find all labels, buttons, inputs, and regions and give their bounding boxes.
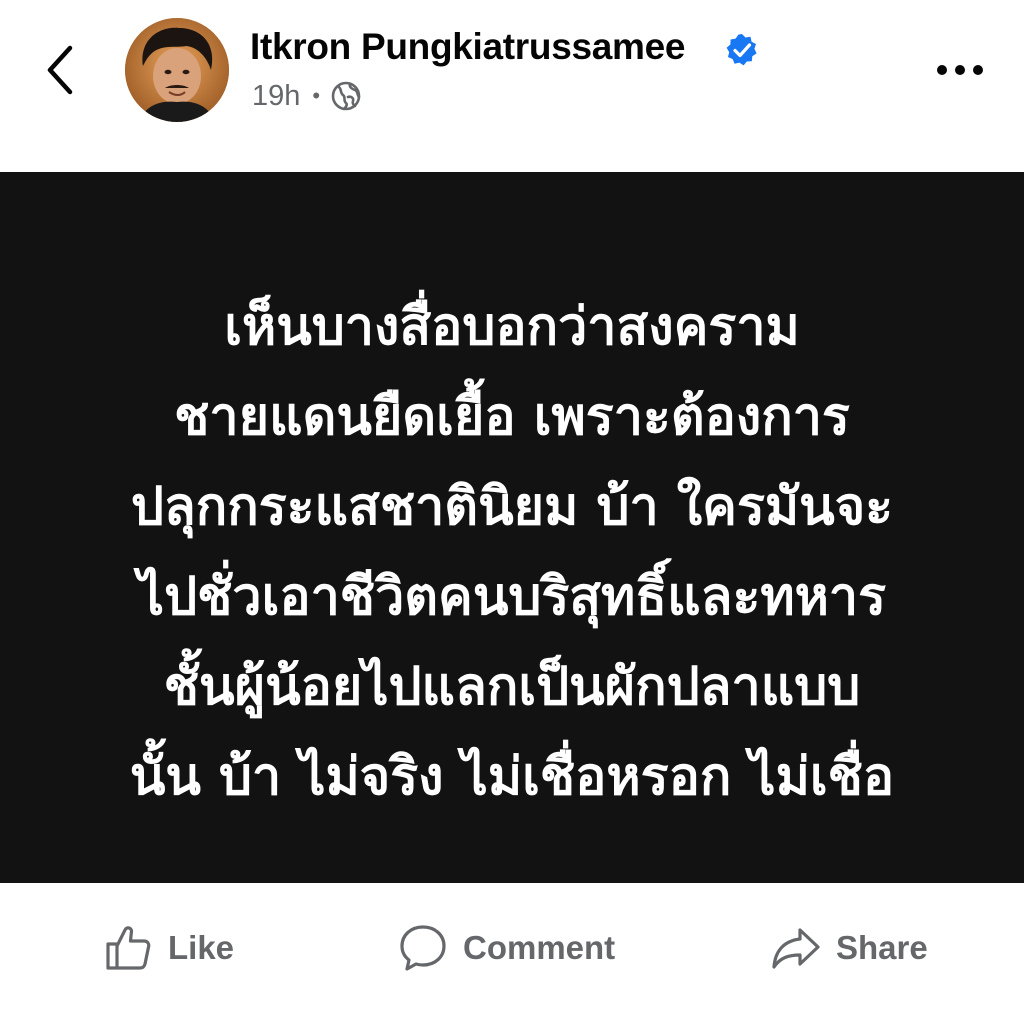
verified-badge-icon xyxy=(726,34,757,66)
more-options-button[interactable] xyxy=(930,55,990,85)
post-action-bar: Like Comment Share xyxy=(0,883,1024,1011)
share-label: Share xyxy=(836,929,928,966)
author-name[interactable]: Itkron Pungkiatrussamee xyxy=(250,26,685,68)
post-page: Itkron Pungkiatrussamee 19h • เห็นบางสื่… xyxy=(0,0,1024,1011)
like-button[interactable]: Like xyxy=(102,913,234,983)
comment-label: Comment xyxy=(463,929,616,966)
thumbs-up-icon xyxy=(106,926,151,970)
chevron-left-icon xyxy=(47,45,73,95)
post-text-line: ชั้นผู้น้อยไปแลกเป็นผักปลาแบบ xyxy=(163,657,861,717)
avatar[interactable] xyxy=(125,18,229,122)
post-text-line: ชายแดนยืดเยื้อ เพราะต้องการ xyxy=(174,387,850,447)
more-horizontal-icon xyxy=(937,65,983,75)
author-avatar-image xyxy=(125,18,229,122)
back-button[interactable] xyxy=(38,40,82,100)
post-text-line: นั้น บ้า ไม่จริง ไม่เชื่อหรอก ไม่เชื่อ xyxy=(129,747,895,807)
share-arrow-icon xyxy=(772,928,820,969)
globe-icon[interactable] xyxy=(330,80,362,112)
post-timestamp[interactable]: 19h xyxy=(252,80,300,113)
comment-button[interactable]: Comment xyxy=(397,913,615,983)
post-text-line: เห็นบางสื่อบอกว่าสงคราม xyxy=(224,297,800,357)
post-text-line: ปลุกกระแสชาตินิยม บ้า ใครมันจะ xyxy=(130,477,894,537)
post-text-card[interactable]: เห็นบางสื่อบอกว่าสงคราม ชายแดนยืดเยื้อ เ… xyxy=(0,172,1024,883)
share-button[interactable]: Share xyxy=(770,913,928,983)
meta-separator: • xyxy=(312,83,321,108)
comment-bubble-icon xyxy=(400,925,446,971)
post-header: Itkron Pungkiatrussamee 19h • xyxy=(0,0,1024,172)
like-label: Like xyxy=(168,929,235,966)
post-text-line: ไปชั่วเอาชีวิตคนบริสุทธิ์และทหาร xyxy=(137,567,887,627)
post-meta: 19h • xyxy=(252,78,362,114)
post-text: เห็นบางสื่อบอกว่าสงคราม ชายแดนยืดเยื้อ เ… xyxy=(40,282,984,822)
